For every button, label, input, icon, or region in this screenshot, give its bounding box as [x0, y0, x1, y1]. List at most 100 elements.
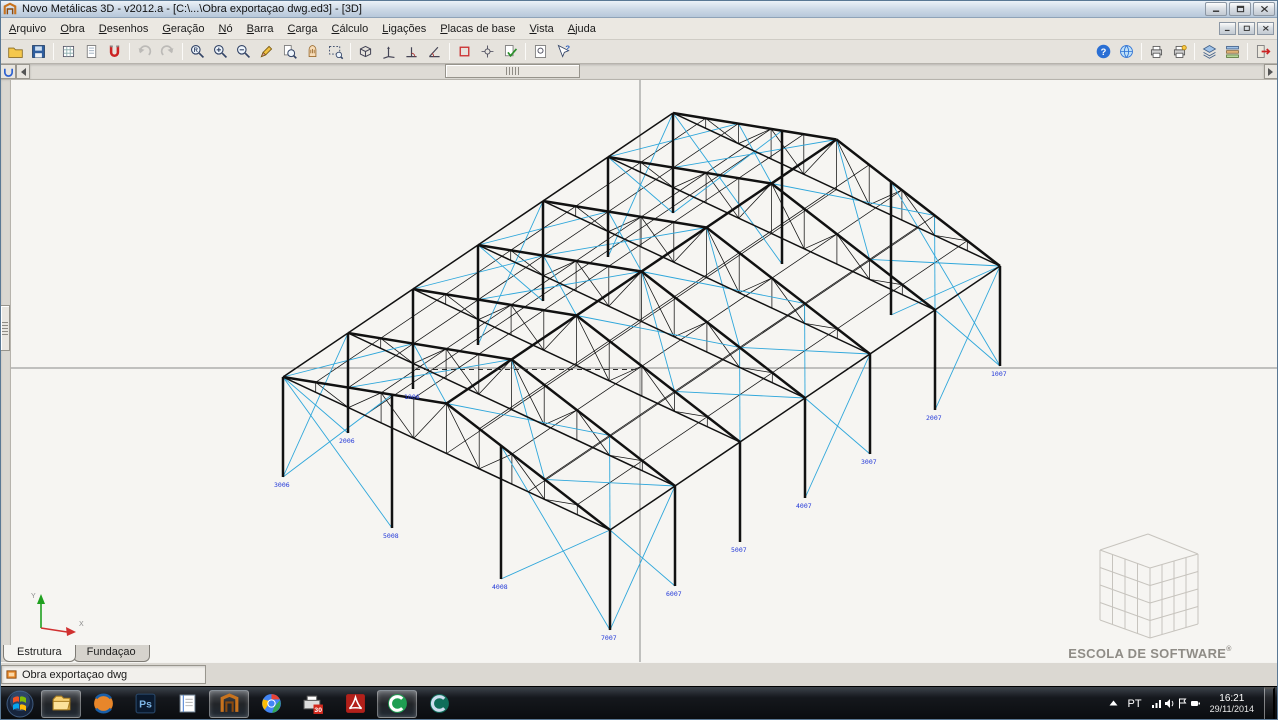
snap-magnet-button[interactable] — [103, 41, 126, 62]
tab-fundacao[interactable]: Fundaçao — [73, 645, 150, 662]
menu-calculo[interactable]: Cálculo — [325, 20, 376, 38]
tab-estrutura[interactable]: Estrutura — [3, 645, 76, 662]
menu-ajuda[interactable]: Ajuda — [561, 20, 603, 38]
flag-icon[interactable] — [1176, 697, 1189, 710]
restore-button[interactable] — [1229, 2, 1251, 16]
network-icon[interactable] — [1150, 697, 1163, 710]
menu-placas-de-base[interactable]: Placas de base — [433, 20, 522, 38]
hscroll-thumb[interactable] — [445, 64, 580, 78]
angle-snap-button[interactable] — [423, 41, 446, 62]
print-reports-button[interactable] — [1168, 41, 1191, 62]
redraw-button[interactable]: R — [186, 41, 209, 62]
menu-ligacoes[interactable]: Ligações — [375, 20, 433, 38]
exit-button[interactable] — [1251, 41, 1274, 62]
taskbar-media-player-button[interactable] — [83, 690, 123, 718]
drawing-templates-button[interactable] — [57, 41, 80, 62]
layers-icon — [1201, 43, 1218, 60]
menu-vista[interactable]: Vista — [522, 20, 560, 38]
hscroll-right-arrow[interactable] — [1264, 64, 1278, 79]
reference-axes-icon — [380, 43, 397, 60]
reference-axes-button[interactable] — [377, 41, 400, 62]
clock[interactable]: 16:21 29/11/2014 — [1210, 693, 1256, 715]
svg-text:30: 30 — [314, 707, 322, 714]
taskbar-photoshop-button[interactable]: Ps — [125, 690, 165, 718]
hidden-icons-icon[interactable] — [1107, 697, 1120, 710]
taskbar-camtasia-recorder-button[interactable] — [377, 690, 417, 718]
job-data-button[interactable] — [80, 41, 103, 62]
redo-button[interactable] — [156, 41, 179, 62]
hscroll-track[interactable] — [30, 64, 1264, 79]
zoom-previous-button[interactable] — [278, 41, 301, 62]
taskbar-pdf-printer-button[interactable]: 30 — [293, 690, 333, 718]
ortho-mode-button[interactable] — [400, 41, 423, 62]
pan-button[interactable] — [301, 41, 324, 62]
view-3d-button[interactable] — [354, 41, 377, 62]
rotate-icon — [3, 66, 14, 77]
print-reports-icon — [1171, 43, 1188, 60]
undo-button[interactable] — [133, 41, 156, 62]
menu-arquivo[interactable]: Arquivo — [2, 20, 53, 38]
zoom-out-button[interactable] — [232, 41, 255, 62]
menu-no[interactable]: Nó — [212, 20, 240, 38]
close-button[interactable] — [1253, 2, 1275, 16]
hscroll-left-arrow[interactable] — [16, 64, 30, 79]
menu-carga[interactable]: Carga — [281, 20, 325, 38]
show-desktop-button[interactable] — [1264, 687, 1275, 720]
volume-icon[interactable] — [1163, 697, 1176, 710]
save-button[interactable] — [27, 41, 50, 62]
layers-button[interactable] — [1198, 41, 1221, 62]
adobe-reader-icon — [344, 692, 367, 715]
menu-obra[interactable]: Obra — [53, 20, 91, 38]
vertical-rotation-bar[interactable] — [0, 80, 11, 662]
taskbar-notes-button[interactable] — [167, 690, 207, 718]
context-help-button[interactable]: ? — [552, 41, 575, 62]
vscroll-thumb[interactable] — [0, 305, 10, 351]
taskbar-adobe-reader-button[interactable] — [335, 690, 375, 718]
taskbar-camtasia-studio-button[interactable] — [419, 690, 459, 718]
help-button[interactable]: ? — [1092, 41, 1115, 62]
measure-button[interactable] — [255, 41, 278, 62]
structure-model — [283, 113, 1000, 630]
zoom-in-button[interactable] — [209, 41, 232, 62]
object-snap-icon — [479, 43, 496, 60]
taskbar-chrome-button[interactable] — [251, 690, 291, 718]
minimize-button[interactable] — [1205, 2, 1227, 16]
object-snap-button[interactable] — [476, 41, 499, 62]
print-drawings-button[interactable] — [1145, 41, 1168, 62]
node-label: 5007 — [731, 546, 747, 554]
ortho-mode-icon — [403, 43, 420, 60]
toolbar-separator — [350, 43, 351, 60]
mdi-restore-button[interactable] — [1238, 22, 1255, 35]
grip-icon — [2, 322, 8, 335]
svg-text:Ps: Ps — [139, 700, 152, 711]
toolbars-config-button[interactable] — [1221, 41, 1244, 62]
job-icon — [6, 669, 17, 680]
taskbar-explorer-button[interactable] — [41, 690, 81, 718]
toolbar: R? ? — [0, 40, 1278, 64]
model-viewport: 7007600750074007300720071007300620061006… — [11, 80, 1278, 662]
print-preview-button[interactable] — [529, 41, 552, 62]
menu-geracao[interactable]: Geração — [155, 20, 211, 38]
zoom-window-button[interactable] — [324, 41, 347, 62]
selection-box-button[interactable] — [453, 41, 476, 62]
cype-web-button[interactable] — [1115, 41, 1138, 62]
start-button[interactable] — [0, 687, 40, 720]
open-icon — [7, 43, 24, 60]
structure-canvas[interactable]: 7007600750074007300720071007300620061006… — [11, 80, 1278, 662]
mdi-window-buttons — [1219, 22, 1274, 35]
menu-barra[interactable]: Barra — [240, 20, 281, 38]
menu-desenhos[interactable]: Desenhos — [92, 20, 156, 38]
mdi-close-button[interactable] — [1257, 22, 1274, 35]
check-job-button[interactable] — [499, 41, 522, 62]
zoom-out-icon — [235, 43, 252, 60]
view-3d-icon — [357, 43, 374, 60]
language-indicator[interactable]: PT — [1128, 698, 1142, 710]
context-help-icon: ? — [555, 43, 572, 60]
power-icon[interactable] — [1189, 697, 1202, 710]
mdi-minimize-button[interactable] — [1219, 22, 1236, 35]
open-button[interactable] — [4, 41, 27, 62]
taskbar-metalicas-3d-button[interactable] — [209, 690, 249, 718]
rotate-view-button[interactable] — [0, 64, 16, 79]
drawing-templates-icon — [60, 43, 77, 60]
camtasia-studio-icon — [428, 692, 451, 715]
